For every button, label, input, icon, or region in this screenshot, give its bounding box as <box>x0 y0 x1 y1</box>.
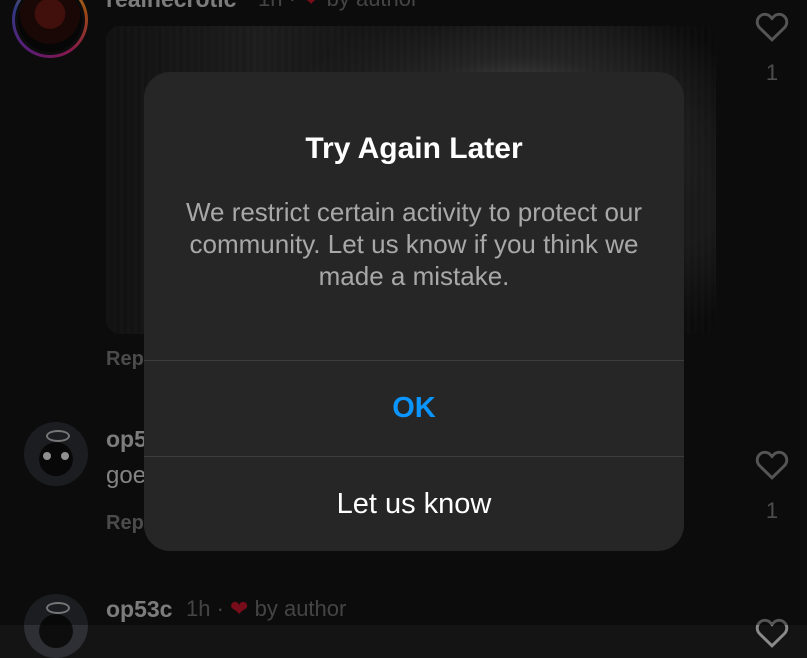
ok-button[interactable]: OK <box>144 361 684 456</box>
dialog-message: We restrict certain activity to protect … <box>185 197 643 291</box>
try-again-dialog: Try Again Later We restrict certain acti… <box>144 72 684 551</box>
dialog-title: Try Again Later <box>305 132 523 165</box>
let-us-know-button[interactable]: Let us know <box>144 457 684 551</box>
